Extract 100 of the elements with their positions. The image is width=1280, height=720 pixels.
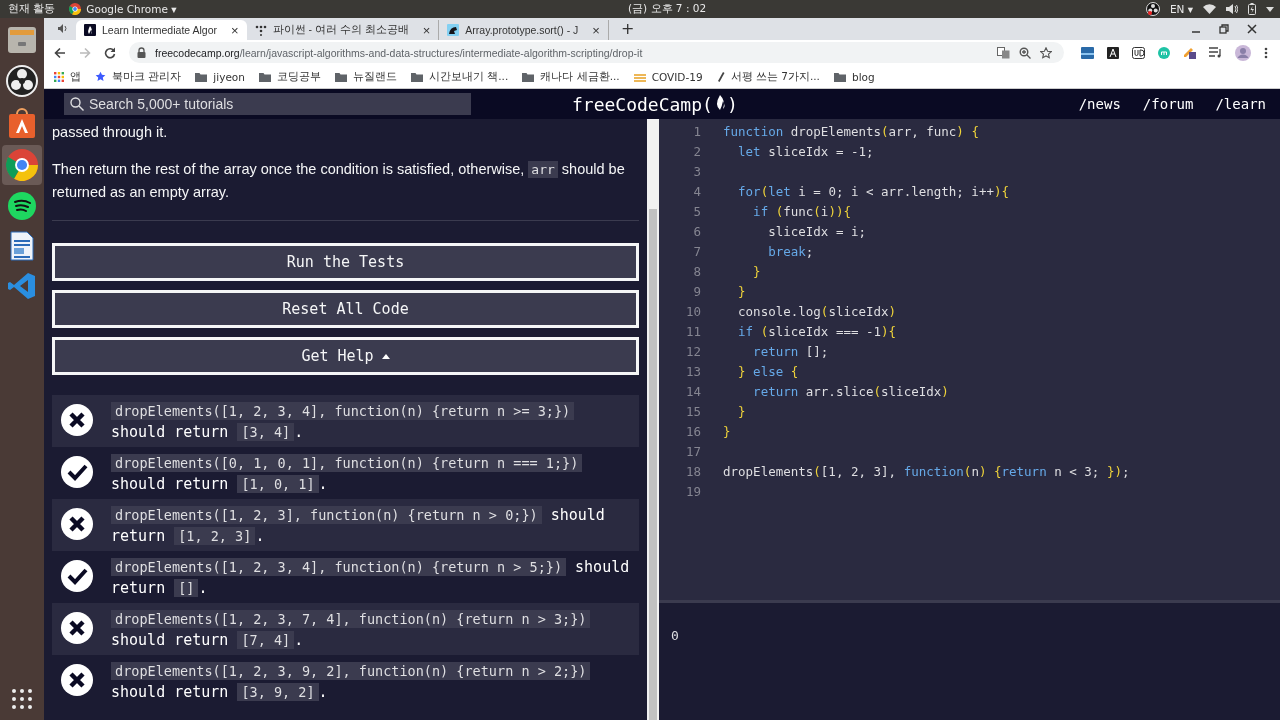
bookmark[interactable]: 시간보내기 책...	[410, 69, 509, 84]
restore-icon[interactable]	[1219, 24, 1229, 34]
address-bar[interactable]: freecodecamp.org/learn/javascript-algorithms-and-data-structures/intermediate-algorithm-scripting/drop-it	[129, 42, 1064, 63]
folder-icon	[195, 71, 208, 82]
more-icon[interactable]	[1264, 46, 1268, 59]
aperture-icon[interactable]	[6, 65, 38, 97]
action-button[interactable]: Get Help	[52, 337, 639, 375]
line-number: 3	[692, 163, 701, 179]
folder-icon	[258, 71, 271, 82]
shopping-bag-icon[interactable]	[8, 108, 36, 138]
code-line: if (func(i)){	[752, 203, 851, 219]
bookmark[interactable]: jiyeon	[195, 70, 245, 83]
battery-icon[interactable]	[1248, 3, 1256, 15]
language-menu[interactable]: EN ▾	[1169, 3, 1193, 15]
line-number: 9	[692, 283, 701, 299]
bookmark[interactable]: 북마크 관리자	[95, 69, 182, 84]
line-number: 8	[692, 263, 701, 279]
caret-icon[interactable]	[1266, 6, 1274, 12]
line-number: 14	[684, 383, 701, 399]
line-number: 18	[684, 463, 701, 479]
line-number: 6	[692, 223, 701, 239]
code-editor-icon[interactable]	[8, 272, 36, 300]
browser-tab[interactable]: Learn Intermediate Algor ×	[76, 20, 247, 40]
line-number: 12	[684, 343, 701, 359]
app-grid-icon	[54, 71, 64, 82]
app-menu[interactable]: Google Chrome ▾	[86, 3, 177, 15]
search-field[interactable]: Search 5,000+ tutorials	[64, 93, 471, 115]
line-number: 1	[692, 123, 701, 139]
folder-icon	[522, 71, 535, 82]
test-text: dropElements([0, 1, 0, 1], function(n) {return n === 1;}) should return [1, 0, 1] .	[111, 453, 631, 495]
close-tab-button[interactable]: ×	[592, 22, 600, 38]
code-line: dropElements([1, 2, 3], function(n) {return n < 3; });	[723, 463, 1130, 479]
line-number: 15	[684, 403, 701, 419]
bookmark[interactable]: 뉴질랜드	[334, 69, 397, 84]
nav-link[interactable]: /learn	[1215, 96, 1266, 112]
bookmark[interactable]: 앱	[54, 69, 81, 84]
line-number: 10	[684, 303, 701, 319]
logo[interactable]: freeCodeCamp( )	[572, 93, 738, 115]
code-line: return [];	[752, 343, 829, 359]
back-icon[interactable]	[54, 46, 66, 59]
star-icon	[95, 71, 106, 82]
star-icon[interactable]	[1040, 46, 1052, 59]
sound-waves-icon[interactable]	[8, 192, 36, 220]
bookmark[interactable]: blog	[833, 70, 875, 83]
line-number: 13	[684, 363, 701, 379]
line-number: 2	[692, 143, 701, 159]
lock-icon	[137, 47, 146, 58]
bookmark[interactable]: COVID-19	[633, 70, 703, 83]
line-number: 4	[692, 183, 701, 199]
drawer-icon[interactable]	[7, 26, 37, 54]
reload-icon[interactable]	[104, 46, 116, 59]
zoom-icon[interactable]	[1019, 46, 1031, 59]
bookmark[interactable]: 서평 쓰는 7가지...	[716, 69, 820, 84]
close-tab-button[interactable]: ×	[231, 22, 239, 38]
scrollbar[interactable]	[647, 119, 659, 720]
app-grid-icon[interactable]	[11, 688, 33, 710]
clock[interactable]: (금) 오후 7 : 02	[628, 2, 707, 16]
code-line: sliceIdx = i;	[767, 223, 866, 239]
activities-button[interactable]: 현재 활동	[8, 2, 56, 16]
code-line: return arr.slice(sliceIdx)	[752, 383, 949, 399]
translate-icon[interactable]	[997, 46, 1010, 59]
speaker-icon[interactable]	[58, 24, 68, 33]
close-tab-button[interactable]: ×	[422, 22, 431, 38]
code-line: function dropElements(arr, func) {	[723, 123, 979, 139]
line-number: 19	[684, 483, 701, 499]
test-text: dropElements([1, 2, 3, 4], function(n) {return n > 5;}) should return [] .	[111, 557, 631, 599]
close-icon[interactable]	[1247, 24, 1257, 34]
pen-icon	[716, 71, 725, 82]
dock-item[interactable]	[2, 145, 42, 185]
action-button[interactable]: Run the Tests	[52, 243, 639, 281]
new-tab-button[interactable]: +	[620, 19, 635, 38]
aperture-icon[interactable]	[1145, 2, 1160, 16]
folder-icon	[833, 71, 846, 82]
test-text: dropElements([1, 2, 3], function(n) {return n > 0;}) should return [1, 2, 3] .	[111, 505, 606, 547]
pencil-icon[interactable]	[1183, 46, 1196, 59]
avatar-icon[interactable]	[1235, 44, 1251, 61]
nav-link[interactable]: /forum	[1142, 96, 1194, 112]
wifi-icon[interactable]	[1203, 4, 1216, 14]
line-number: 7	[692, 243, 701, 259]
bookmark[interactable]: 코딩공부	[258, 69, 321, 84]
nav-link[interactable]: /news	[1078, 96, 1121, 112]
line-number: 11	[684, 323, 701, 339]
bookmark[interactable]: 캐나다 세금환...	[522, 69, 620, 84]
browser-icon	[69, 3, 82, 15]
test-text: dropElements([1, 2, 3, 4], function(n) {return n >= 3;}) should return [3, 4] .	[111, 401, 631, 443]
code-line: let sliceIdx = -1;	[737, 143, 874, 159]
playlist-icon[interactable]	[1209, 47, 1222, 58]
document-icon[interactable]	[10, 231, 34, 261]
line-number: 17	[684, 443, 701, 459]
code-line: break;	[767, 243, 814, 259]
console-output: 0	[671, 628, 679, 643]
code-line: if (sliceIdx === -1){	[737, 323, 897, 339]
test-text: dropElements([1, 2, 3, 9, 2], function(n) {return n > 2;}) should return [3, 9, 2] .	[111, 661, 631, 703]
volume-icon[interactable]	[1226, 4, 1238, 14]
code-line: }	[752, 263, 761, 279]
description-text: Then return the rest of the array once the condition is satisfied, otherwise, arr should be returned as an empty array.	[52, 160, 626, 202]
action-button[interactable]: Reset All Code	[52, 290, 639, 328]
folder-icon	[334, 71, 347, 82]
extension-icon[interactable]	[1132, 46, 1145, 59]
extension-icon[interactable]	[1107, 46, 1119, 59]
